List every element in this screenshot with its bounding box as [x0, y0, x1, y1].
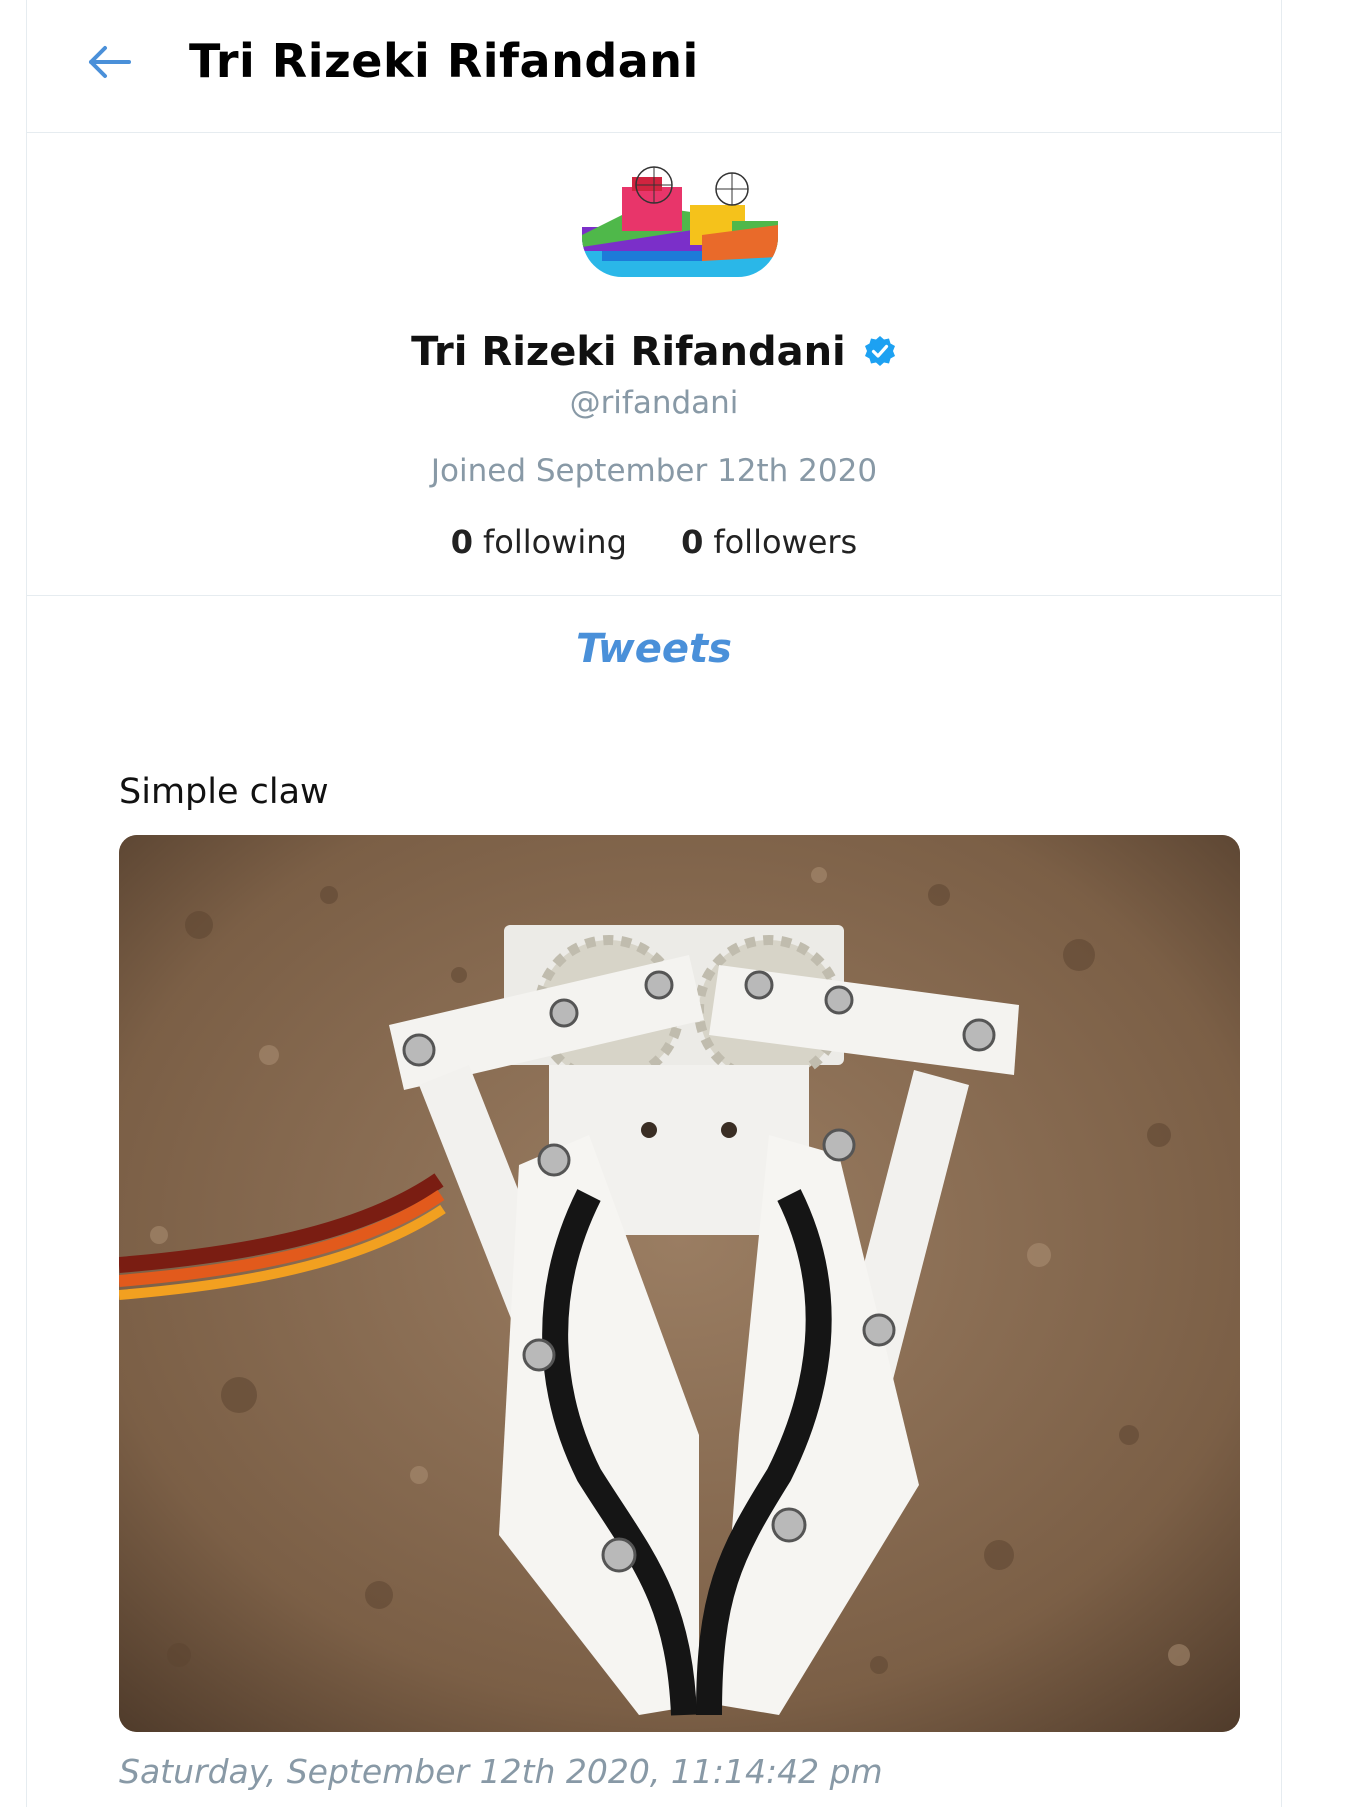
tweet-text: Simple claw — [119, 772, 329, 812]
profile-page: Tri Rizeki Rifandani Tri Rizeki Rifandan… — [26, 0, 1282, 1807]
followers-stat[interactable]: 0 followers — [681, 523, 857, 561]
following-label: following — [483, 523, 627, 561]
profile-name: Tri Rizeki Rifandani — [411, 329, 846, 375]
arrow-left-icon — [89, 46, 131, 78]
followers-count: 0 — [681, 523, 704, 561]
back-button[interactable] — [85, 42, 133, 82]
robot-claw-photo — [119, 835, 1240, 1732]
avatar[interactable] — [582, 165, 778, 277]
follow-stats: 0 following 0 followers — [27, 523, 1281, 561]
tweet-image[interactable] — [119, 835, 1240, 1732]
following-stat[interactable]: 0 following — [451, 523, 627, 561]
avatar-image — [582, 165, 778, 277]
profile-handle: @rifandani — [569, 385, 739, 421]
following-count: 0 — [450, 523, 474, 561]
profile-card: Tri Rizeki Rifandani @rifandani Joined S… — [27, 133, 1281, 596]
tweet-timestamp: Saturday, September 12th 2020, 11:14:42 … — [119, 1752, 883, 1791]
tab-tweets[interactable]: Tweets — [27, 626, 1281, 672]
profile-name-row: Tri Rizeki Rifandani — [27, 329, 1281, 375]
followers-label: followers — [713, 523, 858, 561]
verified-badge-icon — [864, 336, 895, 366]
page-header: Tri Rizeki Rifandani — [27, 0, 1281, 133]
joined-date: Joined September 12th 2020 — [430, 453, 878, 489]
header-title: Tri Rizeki Rifandani — [189, 34, 699, 88]
